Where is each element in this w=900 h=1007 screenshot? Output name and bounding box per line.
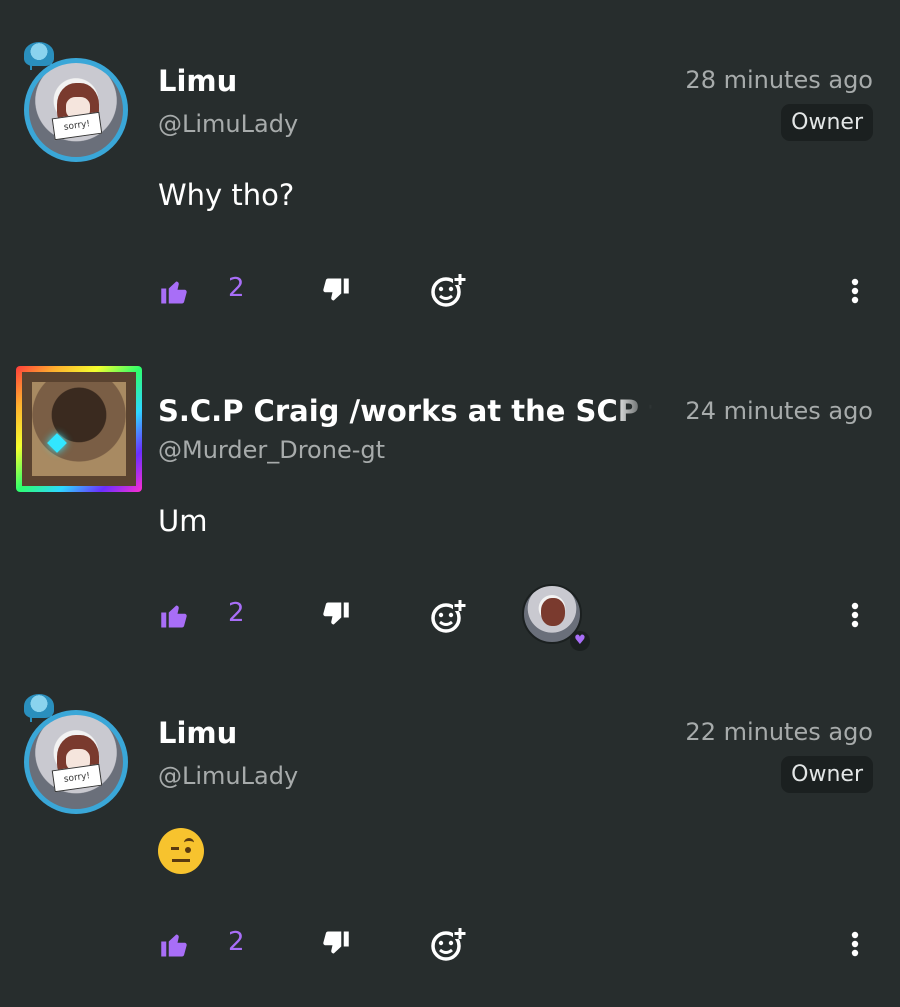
avatar-image: sorry! bbox=[24, 710, 128, 814]
thumbs-down-icon bbox=[323, 602, 349, 625]
more-vertical-icon bbox=[851, 931, 859, 957]
dislike-button[interactable] bbox=[318, 598, 352, 632]
like-count: 2 bbox=[228, 598, 245, 628]
more-options-button[interactable] bbox=[840, 274, 870, 308]
like-button[interactable] bbox=[158, 927, 192, 961]
jellyfish-decoration-icon bbox=[24, 42, 54, 70]
avatar-image bbox=[32, 382, 126, 476]
owner-badge: Owner bbox=[781, 756, 873, 793]
timestamp: 28 minutes ago bbox=[685, 66, 873, 94]
owner-badge: Owner bbox=[781, 104, 873, 141]
author-handle[interactable]: @Murder_Drone-gt bbox=[158, 436, 385, 464]
thumbs-down-icon bbox=[323, 278, 349, 301]
add-reaction-icon bbox=[431, 273, 467, 307]
avatar[interactable]: sorry! bbox=[20, 42, 140, 162]
jellyfish-decoration-icon bbox=[24, 694, 54, 722]
avatar-image: sorry! bbox=[24, 58, 128, 162]
more-options-button[interactable] bbox=[840, 598, 870, 632]
add-reaction-button[interactable] bbox=[428, 924, 468, 964]
more-options-button[interactable] bbox=[840, 927, 870, 961]
thumbs-up-icon bbox=[161, 605, 187, 628]
timestamp: 24 minutes ago bbox=[685, 397, 873, 425]
timestamp: 22 minutes ago bbox=[685, 718, 873, 746]
add-reaction-button[interactable] bbox=[428, 596, 468, 636]
author-name[interactable]: Limu bbox=[158, 64, 652, 98]
comment-text: Why tho? bbox=[158, 178, 295, 212]
author-name[interactable]: S.C.P Craig /works at the SCP foundation bbox=[158, 394, 652, 428]
dislike-button[interactable] bbox=[318, 274, 352, 308]
comment-text: Um bbox=[158, 504, 208, 538]
like-button[interactable] bbox=[158, 274, 192, 308]
thumbs-up-icon bbox=[161, 934, 187, 957]
add-reaction-icon bbox=[431, 599, 467, 633]
like-button[interactable] bbox=[158, 598, 192, 632]
avatar[interactable] bbox=[16, 366, 142, 492]
author-handle[interactable]: @LimuLady bbox=[158, 110, 298, 138]
heart-reaction-icon: ♥ bbox=[570, 631, 590, 651]
like-count: 2 bbox=[228, 273, 245, 303]
author-handle[interactable]: @LimuLady bbox=[158, 762, 298, 790]
more-vertical-icon bbox=[851, 278, 859, 304]
add-reaction-button[interactable] bbox=[428, 270, 468, 310]
like-count: 2 bbox=[228, 927, 245, 957]
author-name[interactable]: Limu bbox=[158, 716, 652, 750]
thumbs-down-icon bbox=[323, 931, 349, 954]
dislike-button[interactable] bbox=[318, 927, 352, 961]
raised-eyebrow-emoji bbox=[158, 828, 204, 874]
add-reaction-icon bbox=[431, 927, 467, 961]
avatar[interactable]: sorry! bbox=[20, 694, 140, 814]
thumbs-up-icon bbox=[161, 281, 187, 304]
more-vertical-icon bbox=[851, 602, 859, 628]
